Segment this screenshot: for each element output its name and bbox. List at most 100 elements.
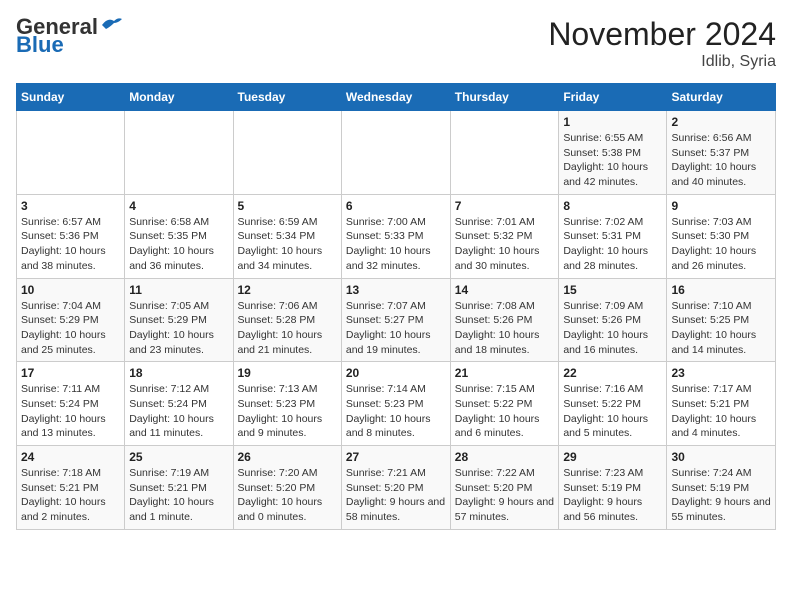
day-number: 29 — [563, 450, 662, 464]
day-number: 13 — [346, 283, 446, 297]
day-info: Sunrise: 7:04 AM Sunset: 5:29 PM Dayligh… — [21, 299, 120, 358]
day-info: Sunrise: 7:22 AM Sunset: 5:20 PM Dayligh… — [455, 466, 555, 525]
day-number: 24 — [21, 450, 120, 464]
logo-bird-icon — [100, 15, 124, 35]
calendar-cell: 8 Sunrise: 7:02 AM Sunset: 5:31 PM Daylig… — [559, 194, 667, 278]
day-number: 9 — [671, 199, 771, 213]
day-info: Sunrise: 7:08 AM Sunset: 5:26 PM Dayligh… — [455, 299, 555, 358]
calendar-cell: 2 Sunrise: 6:56 AM Sunset: 5:37 PM Daylig… — [667, 111, 776, 195]
day-info: Sunrise: 7:00 AM Sunset: 5:33 PM Dayligh… — [346, 215, 446, 274]
calendar-cell: 22 Sunrise: 7:16 AM Sunset: 5:22 PM Dayli… — [559, 362, 667, 446]
day-number: 19 — [238, 366, 337, 380]
calendar-week-row: 10 Sunrise: 7:04 AM Sunset: 5:29 PM Dayli… — [17, 278, 776, 362]
day-info: Sunrise: 7:17 AM Sunset: 5:21 PM Dayligh… — [671, 382, 771, 441]
day-info: Sunrise: 7:23 AM Sunset: 5:19 PM Dayligh… — [563, 466, 662, 525]
day-number: 27 — [346, 450, 446, 464]
day-number: 2 — [671, 115, 771, 129]
day-number: 23 — [671, 366, 771, 380]
calendar-week-row: 1 Sunrise: 6:55 AM Sunset: 5:38 PM Daylig… — [17, 111, 776, 195]
calendar-cell: 26Sunrise: 7:20 AM Sunset: 5:20 PM Dayli… — [233, 446, 341, 530]
calendar-cell: 24 Sunrise: 7:18 AM Sunset: 5:21 PM Dayli… — [17, 446, 125, 530]
calendar-cell: 1 Sunrise: 6:55 AM Sunset: 5:38 PM Daylig… — [559, 111, 667, 195]
day-number: 12 — [238, 283, 337, 297]
calendar-cell: 25 Sunrise: 7:19 AM Sunset: 5:21 PM Dayli… — [125, 446, 233, 530]
title-block: November 2024 Idlib, Syria — [548, 16, 776, 71]
page-subtitle: Idlib, Syria — [548, 53, 776, 71]
day-info: Sunrise: 7:13 AM Sunset: 5:23 PM Dayligh… — [238, 382, 337, 441]
header-cell-thursday: Thursday — [450, 84, 559, 111]
calendar-cell: 5 Sunrise: 6:59 AM Sunset: 5:34 PM Daylig… — [233, 194, 341, 278]
day-info: Sunrise: 7:16 AM Sunset: 5:22 PM Dayligh… — [563, 382, 662, 441]
day-number: 28 — [455, 450, 555, 464]
day-info: Sunrise: 7:18 AM Sunset: 5:21 PM Dayligh… — [21, 466, 120, 525]
day-info: Sunrise: 6:57 AM Sunset: 5:36 PM Dayligh… — [21, 215, 120, 274]
calendar-cell: 4Sunrise: 6:58 AM Sunset: 5:35 PM Daylig… — [125, 194, 233, 278]
calendar-cell: 20Sunrise: 7:14 AM Sunset: 5:23 PM Dayli… — [341, 362, 450, 446]
day-info: Sunrise: 6:59 AM Sunset: 5:34 PM Dayligh… — [238, 215, 337, 274]
calendar-cell: 19 Sunrise: 7:13 AM Sunset: 5:23 PM Dayli… — [233, 362, 341, 446]
day-info: Sunrise: 7:07 AM Sunset: 5:27 PM Dayligh… — [346, 299, 446, 358]
day-number: 10 — [21, 283, 120, 297]
calendar-cell: 9 Sunrise: 7:03 AM Sunset: 5:30 PM Daylig… — [667, 194, 776, 278]
calendar-week-row: 24 Sunrise: 7:18 AM Sunset: 5:21 PM Dayli… — [17, 446, 776, 530]
day-info: Sunrise: 7:14 AM Sunset: 5:23 PM Dayligh… — [346, 382, 446, 441]
calendar-week-row: 17Sunrise: 7:11 AM Sunset: 5:24 PM Dayli… — [17, 362, 776, 446]
calendar-cell: 23 Sunrise: 7:17 AM Sunset: 5:21 PM Dayli… — [667, 362, 776, 446]
logo-blue-text: Blue — [16, 34, 64, 56]
day-number: 22 — [563, 366, 662, 380]
calendar-cell: 21 Sunrise: 7:15 AM Sunset: 5:22 PM Dayli… — [450, 362, 559, 446]
day-info: Sunrise: 7:21 AM Sunset: 5:20 PM Dayligh… — [346, 466, 446, 525]
calendar-cell: 6Sunrise: 7:00 AM Sunset: 5:33 PM Daylig… — [341, 194, 450, 278]
calendar-cell: 16 Sunrise: 7:10 AM Sunset: 5:25 PM Dayli… — [667, 278, 776, 362]
header-row: SundayMondayTuesdayWednesdayThursdayFrid… — [17, 84, 776, 111]
day-number: 25 — [129, 450, 228, 464]
day-info: Sunrise: 7:02 AM Sunset: 5:31 PM Dayligh… — [563, 215, 662, 274]
calendar-week-row: 3Sunrise: 6:57 AM Sunset: 5:36 PM Daylig… — [17, 194, 776, 278]
day-number: 8 — [563, 199, 662, 213]
day-number: 17 — [21, 366, 120, 380]
calendar-header: SundayMondayTuesdayWednesdayThursdayFrid… — [17, 84, 776, 111]
day-number: 11 — [129, 283, 228, 297]
day-info: Sunrise: 7:15 AM Sunset: 5:22 PM Dayligh… — [455, 382, 555, 441]
calendar-cell: 29 Sunrise: 7:23 AM Sunset: 5:19 PM Dayli… — [559, 446, 667, 530]
header-cell-friday: Friday — [559, 84, 667, 111]
calendar-cell: 17Sunrise: 7:11 AM Sunset: 5:24 PM Dayli… — [17, 362, 125, 446]
day-info: Sunrise: 6:55 AM Sunset: 5:38 PM Dayligh… — [563, 131, 662, 190]
day-number: 18 — [129, 366, 228, 380]
day-number: 4 — [129, 199, 228, 213]
calendar-cell — [341, 111, 450, 195]
calendar-cell: 15 Sunrise: 7:09 AM Sunset: 5:26 PM Dayli… — [559, 278, 667, 362]
calendar-cell — [17, 111, 125, 195]
calendar-cell: 3Sunrise: 6:57 AM Sunset: 5:36 PM Daylig… — [17, 194, 125, 278]
calendar-cell: 27 Sunrise: 7:21 AM Sunset: 5:20 PM Dayli… — [341, 446, 450, 530]
day-info: Sunrise: 7:24 AM Sunset: 5:19 PM Dayligh… — [671, 466, 771, 525]
day-number: 5 — [238, 199, 337, 213]
header-cell-saturday: Saturday — [667, 84, 776, 111]
day-number: 21 — [455, 366, 555, 380]
header-cell-monday: Monday — [125, 84, 233, 111]
calendar-body: 1 Sunrise: 6:55 AM Sunset: 5:38 PM Daylig… — [17, 111, 776, 530]
calendar-cell: 13 Sunrise: 7:07 AM Sunset: 5:27 PM Dayli… — [341, 278, 450, 362]
day-info: Sunrise: 7:09 AM Sunset: 5:26 PM Dayligh… — [563, 299, 662, 358]
day-info: Sunrise: 7:03 AM Sunset: 5:30 PM Dayligh… — [671, 215, 771, 274]
header-cell-tuesday: Tuesday — [233, 84, 341, 111]
calendar-table: SundayMondayTuesdayWednesdayThursdayFrid… — [16, 83, 776, 530]
calendar-cell: 14Sunrise: 7:08 AM Sunset: 5:26 PM Dayli… — [450, 278, 559, 362]
header-cell-wednesday: Wednesday — [341, 84, 450, 111]
day-info: Sunrise: 7:12 AM Sunset: 5:24 PM Dayligh… — [129, 382, 228, 441]
day-info: Sunrise: 7:01 AM Sunset: 5:32 PM Dayligh… — [455, 215, 555, 274]
calendar-cell: 18 Sunrise: 7:12 AM Sunset: 5:24 PM Dayli… — [125, 362, 233, 446]
day-info: Sunrise: 7:10 AM Sunset: 5:25 PM Dayligh… — [671, 299, 771, 358]
day-number: 1 — [563, 115, 662, 129]
calendar-cell — [233, 111, 341, 195]
day-number: 7 — [455, 199, 555, 213]
logo: General Blue — [16, 16, 124, 56]
day-info: Sunrise: 7:05 AM Sunset: 5:29 PM Dayligh… — [129, 299, 228, 358]
day-info: Sunrise: 6:56 AM Sunset: 5:37 PM Dayligh… — [671, 131, 771, 190]
calendar-cell: 28 Sunrise: 7:22 AM Sunset: 5:20 PM Dayli… — [450, 446, 559, 530]
day-number: 16 — [671, 283, 771, 297]
day-number: 30 — [671, 450, 771, 464]
day-info: Sunrise: 7:19 AM Sunset: 5:21 PM Dayligh… — [129, 466, 228, 525]
day-number: 15 — [563, 283, 662, 297]
day-number: 26 — [238, 450, 337, 464]
